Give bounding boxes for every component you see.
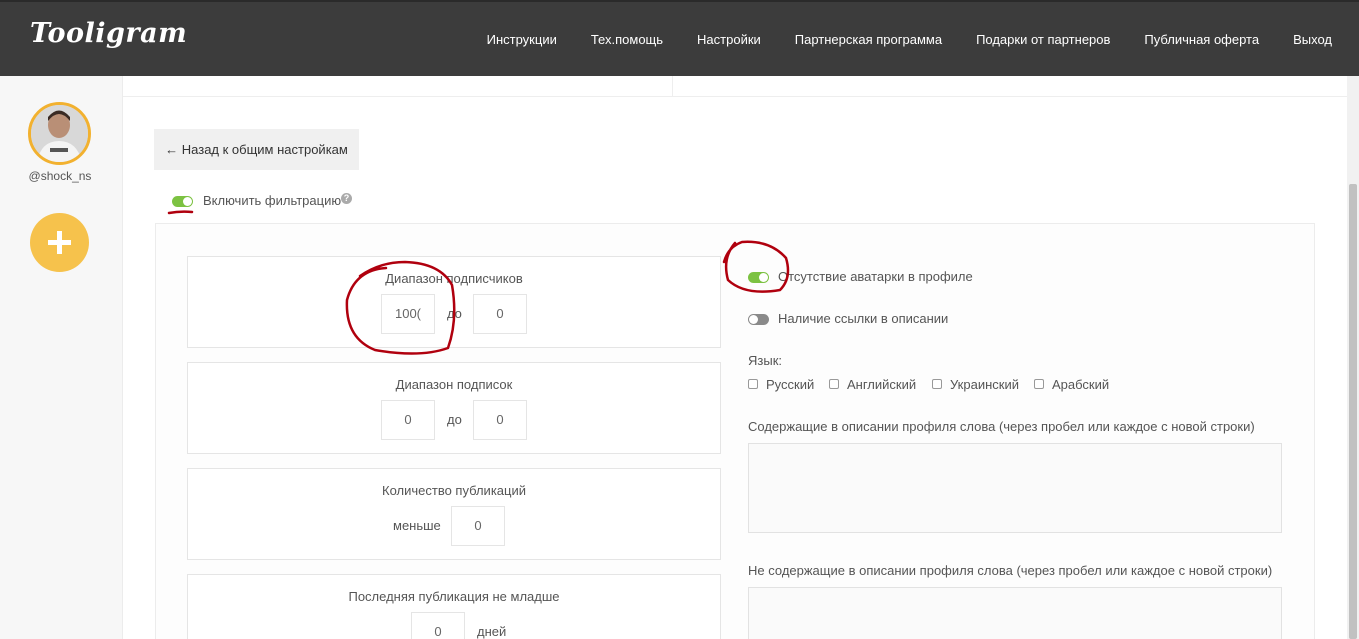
followers-from-input[interactable]: 100( [381,294,435,334]
posts-count-input[interactable]: 0 [451,506,505,546]
page-scrollbar[interactable] [1347,76,1359,639]
followers-to-input[interactable]: 0 [473,294,527,334]
followers-range-title: Диапазон подписчиков [385,271,523,286]
last-post-title: Последняя публикация не младше [348,589,560,604]
language-english-label: Английский [847,377,917,392]
avatar-photo-icon [31,105,88,162]
add-account-button[interactable] [30,213,89,272]
nav-partner-gifts[interactable]: Подарки от партнеров [976,32,1110,47]
followers-range-box: Диапазон подписчиков 100( до 0 [187,256,721,348]
nav-partner-program[interactable]: Партнерская программа [795,32,942,47]
nav-instructions[interactable]: Инструкции [487,32,557,47]
posts-count-title: Количество публикаций [382,483,526,498]
help-icon[interactable]: ? [341,193,352,204]
following-range-box: Диапазон подписок 0 до 0 [187,362,721,454]
posts-less-label: меньше [393,518,441,533]
following-from-input[interactable]: 0 [381,400,435,440]
language-russian-label: Русский [766,377,815,392]
has-link-toggle[interactable] [748,314,769,325]
main-nav: Инструкции Тех.помощь Настройки Партнерс… [453,32,1332,47]
nav-tech-support[interactable]: Тех.помощь [591,32,663,47]
contains-words-label: Содержащие в описании профиля слова (чер… [748,419,1255,434]
top-bar: Tooligram Инструкции Тех.помощь Настройк… [0,0,1359,76]
contains-words-textarea[interactable] [748,443,1282,533]
tabs-strip [123,76,1348,97]
nav-logout[interactable]: Выход [1293,32,1332,47]
last-post-box: Последняя публикация не младше 0 дней [187,574,721,639]
followers-to-label: до [447,306,462,321]
language-russian-checkbox[interactable] [748,379,758,389]
not-contains-words-label: Не содержащие в описании профиля слова (… [748,563,1273,578]
language-english-checkbox[interactable] [829,379,839,389]
no-avatar-label: Отсутствие аватарки в профиле [778,269,973,284]
language-arabic-checkbox[interactable] [1034,379,1044,389]
nav-public-offer[interactable]: Публичная оферта [1144,32,1259,47]
enable-filter-toggle[interactable] [172,196,193,207]
language-arabic-label: Арабский [1052,377,1110,392]
scrollbar-thumb[interactable] [1349,184,1357,639]
no-avatar-toggle[interactable] [748,272,769,283]
account-username[interactable]: @shock_ns [0,169,120,183]
avatar[interactable] [28,102,91,165]
enable-filter-label: Включить фильтрацию [203,193,342,208]
annotation-underline [167,210,194,215]
following-to-label: до [447,412,462,427]
following-range-title: Диапазон подписок [395,377,513,392]
last-post-days-input[interactable]: 0 [411,612,465,639]
app-logo[interactable]: Tooligram [30,18,187,49]
back-to-settings-button[interactable]: ← Назад к общим настройкам [154,129,359,170]
not-contains-words-textarea[interactable] [748,587,1282,639]
language-ukrainian-label: Украинский [950,377,1019,392]
posts-count-box: Количество публикаций меньше 0 [187,468,721,560]
language-ukrainian-checkbox[interactable] [932,379,942,389]
language-label: Язык: [748,353,782,368]
following-to-input[interactable]: 0 [473,400,527,440]
has-link-label: Наличие ссылки в описании [778,311,949,326]
nav-settings[interactable]: Настройки [697,32,761,47]
last-post-unit-label: дней [477,624,507,639]
account-sidebar: @shock_ns [0,76,123,639]
strip-divider [672,76,673,97]
